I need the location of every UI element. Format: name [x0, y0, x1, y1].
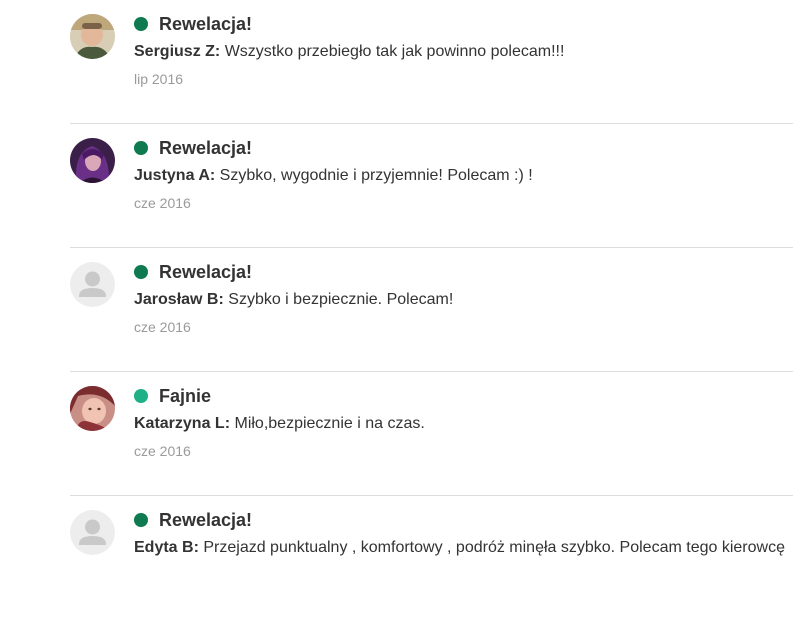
review-text: Szybko, wygodnie i przyjemnie! Polecam :… — [219, 167, 533, 184]
review-text: Szybko i bezpiecznie. Polecam! — [228, 291, 454, 308]
review-comment: Katarzyna L: Miło,bezpiecznie i na czas. — [134, 411, 793, 436]
review-comment: Edyta B: Przejazd punktualny , komfortow… — [134, 535, 793, 560]
reviews-list: Rewelacja! Sergiusz Z: Wszystko przebieg… — [70, 0, 793, 620]
rating: Rewelacja! — [134, 135, 793, 161]
review-item: Rewelacja! Edyta B: Przejazd punktualny … — [70, 496, 793, 620]
user-photo-avatar-icon — [70, 386, 115, 431]
review-comment: Sergiusz Z: Wszystko przebiegło tak jak … — [134, 39, 793, 64]
user-photo-avatar-icon — [70, 138, 115, 183]
avatar[interactable] — [70, 262, 115, 307]
avatar[interactable] — [70, 386, 115, 431]
rating-title: Rewelacja! — [159, 137, 253, 158]
rating-dot-icon — [134, 141, 148, 155]
review-author[interactable]: Sergiusz Z: — [134, 43, 220, 60]
review-author[interactable]: Katarzyna L: — [134, 415, 230, 432]
review-content: Fajnie Katarzyna L: Miło,bezpiecznie i n… — [134, 383, 793, 459]
review-item: Rewelacja! Sergiusz Z: Wszystko przebieg… — [70, 0, 793, 124]
review-item: Rewelacja! Jarosław B: Szybko i bezpiecz… — [70, 248, 793, 372]
rating-dot-icon — [134, 17, 148, 31]
review-date: cze 2016 — [134, 319, 191, 335]
review-text: Miło,bezpiecznie i na czas. — [234, 415, 425, 432]
rating-title: Rewelacja! — [159, 13, 253, 34]
rating-dot-icon — [134, 265, 148, 279]
review-author[interactable]: Edyta B: — [134, 539, 199, 556]
review-content: Rewelacja! Jarosław B: Szybko i bezpiecz… — [134, 259, 793, 335]
user-photo-avatar-icon — [70, 14, 115, 59]
rating-dot-icon — [134, 389, 148, 403]
rating-dot-icon — [134, 513, 148, 527]
review-author[interactable]: Jarosław B: — [134, 291, 224, 308]
rating: Rewelacja! — [134, 11, 793, 37]
review-content: Rewelacja! Justyna A: Szybko, wygodnie i… — [134, 135, 793, 211]
review-item: Fajnie Katarzyna L: Miło,bezpiecznie i n… — [70, 372, 793, 496]
review-date: cze 2016 — [134, 195, 191, 211]
review-content: Rewelacja! Edyta B: Przejazd punktualny … — [134, 507, 793, 560]
review-item: Rewelacja! Justyna A: Szybko, wygodnie i… — [70, 124, 793, 248]
rating-title: Fajnie — [159, 385, 212, 406]
avatar[interactable] — [70, 138, 115, 183]
review-text: Przejazd punktualny , komfortowy , podró… — [203, 539, 785, 556]
default-user-icon — [70, 262, 115, 307]
avatar[interactable] — [70, 14, 115, 59]
review-date: lip 2016 — [134, 71, 184, 87]
review-text: Wszystko przebiegło tak jak powinno pole… — [224, 43, 565, 60]
review-comment: Jarosław B: Szybko i bezpiecznie. Poleca… — [134, 287, 793, 312]
avatar[interactable] — [70, 510, 115, 555]
rating-title: Rewelacja! — [159, 509, 253, 530]
rating-title: Rewelacja! — [159, 261, 253, 282]
review-author[interactable]: Justyna A: — [134, 167, 215, 184]
review-content: Rewelacja! Sergiusz Z: Wszystko przebieg… — [134, 11, 793, 87]
rating: Fajnie — [134, 383, 793, 409]
default-user-icon — [70, 510, 115, 555]
review-date: cze 2016 — [134, 443, 191, 459]
rating: Rewelacja! — [134, 507, 793, 533]
rating: Rewelacja! — [134, 259, 793, 285]
review-comment: Justyna A: Szybko, wygodnie i przyjemnie… — [134, 163, 793, 188]
